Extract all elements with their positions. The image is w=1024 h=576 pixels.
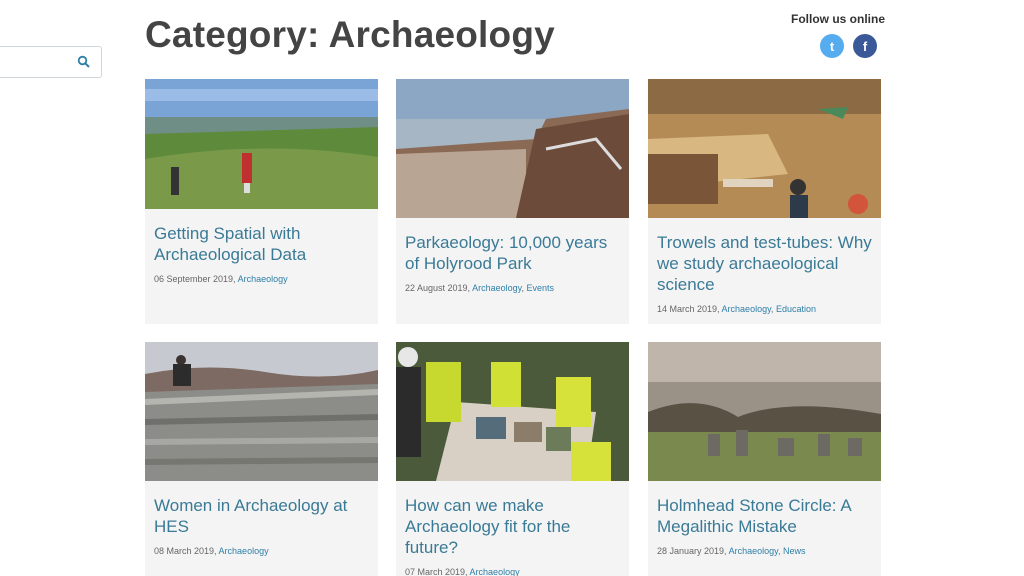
social-label: Follow us online (791, 12, 885, 26)
category-link[interactable]: Events (526, 283, 554, 293)
post-card[interactable]: Women in Archaeology at HES 08 March 201… (145, 342, 378, 576)
post-title[interactable]: Women in Archaeology at HES (154, 495, 369, 537)
post-date: 07 March 2019, (405, 567, 470, 576)
search-input[interactable] (0, 46, 102, 78)
post-thumbnail[interactable] (648, 79, 881, 218)
post-meta: 06 September 2019, Archaeology (154, 274, 369, 284)
twitter-icon[interactable]: t (820, 34, 844, 58)
page-title: Category: Archaeology (145, 14, 555, 55)
post-meta: 07 March 2019, Archaeology (405, 567, 620, 576)
category-link[interactable]: Archaeology (238, 274, 288, 284)
post-meta: 08 March 2019, Archaeology (154, 546, 369, 556)
post-thumbnail[interactable] (396, 342, 629, 481)
category-link[interactable]: Education (776, 304, 816, 314)
category-link[interactable]: Archaeology (729, 546, 778, 556)
category-link[interactable]: News (783, 546, 806, 556)
social-links: Follow us online t f (790, 12, 885, 58)
post-card[interactable]: Parkaeology: 10,000 years of Holyrood Pa… (396, 79, 629, 324)
post-card[interactable]: How can we make Archaeology fit for the … (396, 342, 629, 576)
post-title[interactable]: Holmhead Stone Circle: A Megalithic Mist… (657, 495, 872, 537)
facebook-icon[interactable]: f (853, 34, 877, 58)
post-date: 14 March 2019, (657, 304, 722, 314)
search-icon[interactable] (77, 55, 91, 69)
post-title[interactable]: Parkaeology: 10,000 years of Holyrood Pa… (405, 232, 620, 274)
category-link[interactable]: Archaeology (722, 304, 771, 314)
category-link[interactable]: Archaeology (470, 567, 520, 576)
category-link[interactable]: Archaeology (472, 283, 521, 293)
post-thumbnail[interactable] (648, 342, 881, 481)
post-date: 22 August 2019, (405, 283, 473, 293)
post-date: 28 January 2019, (657, 546, 729, 556)
post-card[interactable]: Holmhead Stone Circle: A Megalithic Mist… (648, 342, 881, 576)
post-title[interactable]: How can we make Archaeology fit for the … (405, 495, 620, 558)
post-title[interactable]: Getting Spatial with Archaeological Data (154, 223, 369, 265)
post-thumbnail[interactable] (145, 79, 378, 209)
post-title[interactable]: Trowels and test-tubes: Why we study arc… (657, 232, 872, 295)
post-meta: 28 January 2019, Archaeology, News (657, 546, 872, 556)
post-card[interactable]: Trowels and test-tubes: Why we study arc… (648, 79, 881, 324)
post-thumbnail[interactable] (396, 79, 629, 218)
post-thumbnail[interactable] (145, 342, 378, 481)
post-date: 08 March 2019, (154, 546, 219, 556)
post-meta: 22 August 2019, Archaeology, Events (405, 283, 620, 293)
post-card[interactable]: Getting Spatial with Archaeological Data… (145, 79, 378, 324)
post-date: 06 September 2019, (154, 274, 238, 284)
post-meta: 14 March 2019, Archaeology, Education (657, 304, 872, 314)
category-link[interactable]: Archaeology (219, 546, 269, 556)
